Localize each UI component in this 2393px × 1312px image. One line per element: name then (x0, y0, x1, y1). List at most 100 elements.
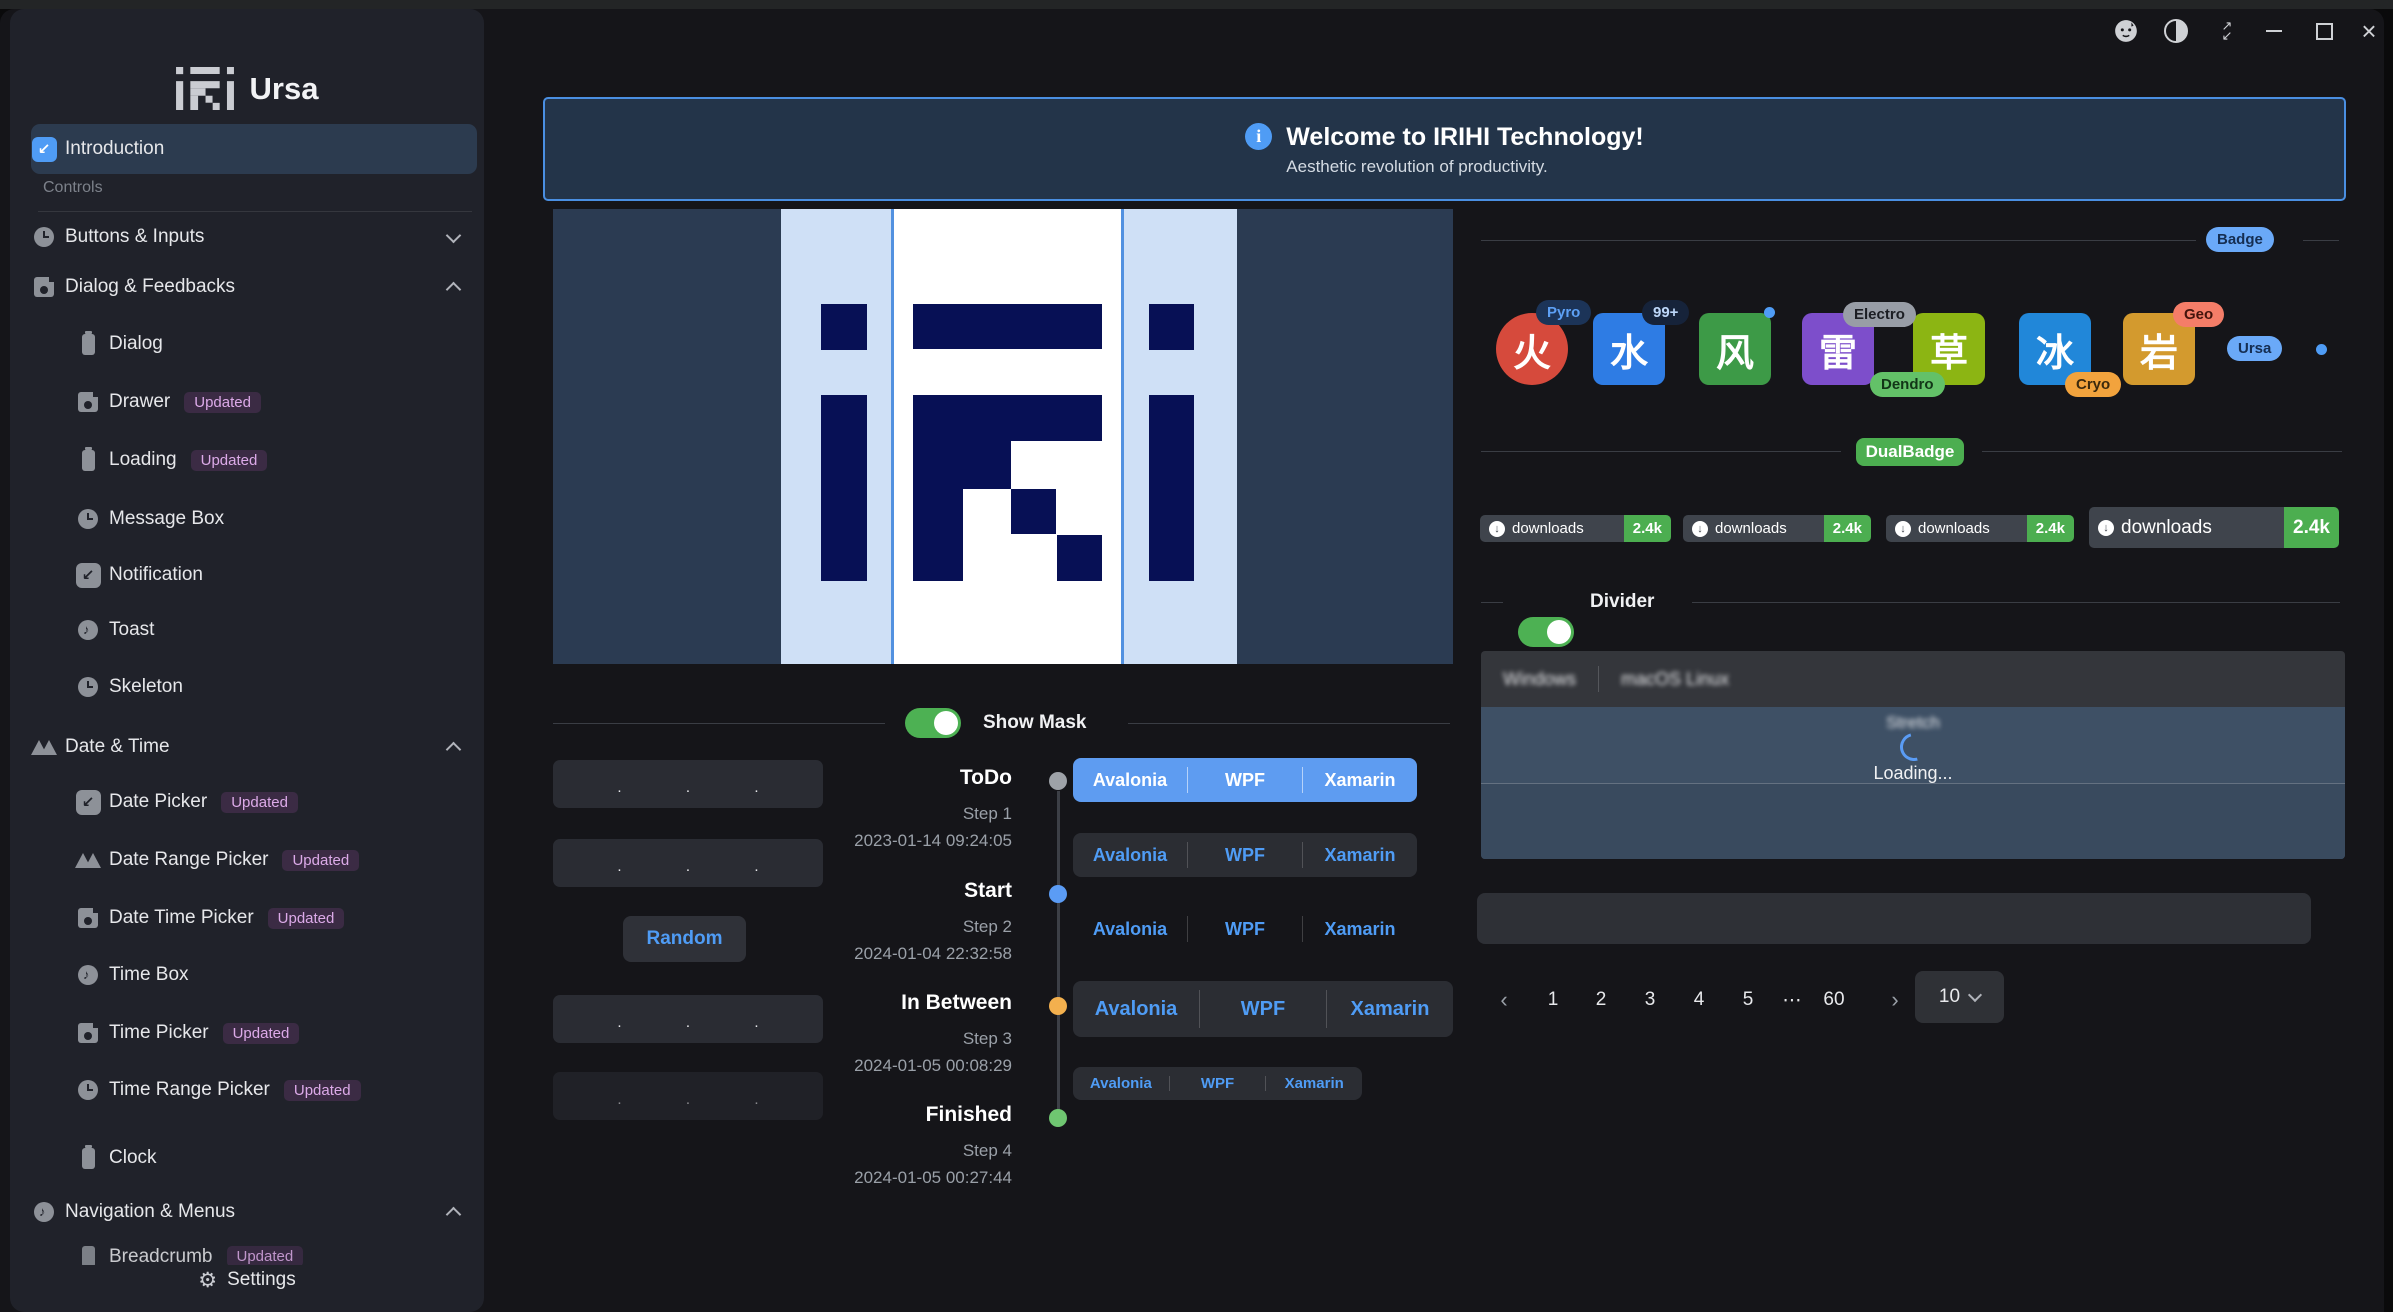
pagination-page-1[interactable]: 1 (1536, 984, 1570, 1016)
pagination-next[interactable]: › (1878, 984, 1912, 1016)
sidebar-item-dialog[interactable]: Dialog (31, 321, 477, 367)
wpf-button[interactable]: WPF (1200, 981, 1326, 1037)
tab-macos-linux[interactable]: macOS Linux (1599, 669, 1751, 690)
updated-badge: Updated (184, 392, 261, 413)
step-name: ToDo (642, 766, 1012, 790)
avalonia-button[interactable]: Avalonia (1073, 833, 1187, 877)
sidebar-item-buttons-inputs[interactable]: Buttons & Inputs (31, 214, 477, 260)
chevron-down-icon (446, 227, 462, 243)
step-time: 2023-01-14 09:24:05 (642, 831, 1012, 851)
minimize-button[interactable] (2260, 17, 2288, 45)
dual-badge-downloads: ↓downloads2.4k (1683, 515, 1871, 542)
divider-line (1128, 723, 1450, 724)
sidebar-item-label: Date & Time (65, 736, 170, 758)
sidebar-item-clock[interactable]: Clock (31, 1135, 477, 1181)
sidebar-item-time-range-picker[interactable]: Time Range PickerUpdated (31, 1067, 477, 1113)
loading-tab-strip: Windows macOS Linux (1481, 651, 2345, 707)
element-badge-3: 风 (1699, 313, 1771, 385)
sidebar-item-date-time-picker[interactable]: Date Time PickerUpdated (31, 895, 477, 941)
chevron-up-icon (446, 741, 462, 757)
sidebar-item-date-picker[interactable]: ↙Date PickerUpdated (31, 779, 477, 825)
pagination-ellipsis: ⋯ (1775, 984, 1809, 1016)
spinner-icon (1895, 728, 1933, 766)
settings-label: Settings (227, 1269, 296, 1291)
settings-button[interactable]: ⚙ Settings (10, 1260, 484, 1300)
sidebar-item-message-box[interactable]: Message Box (31, 496, 477, 542)
step-label: Step 4 (642, 1141, 1012, 1161)
step-time: 2024-01-05 00:27:44 (642, 1168, 1012, 1188)
pagination-page-3[interactable]: 3 (1633, 984, 1667, 1016)
arrow-gray-icon: ↙ (75, 790, 101, 815)
clock-icon (31, 227, 57, 247)
resize-button[interactable]: ↗↙ (2212, 17, 2240, 45)
avalonia-button[interactable]: Avalonia (1073, 758, 1187, 802)
updated-badge: Updated (282, 850, 359, 871)
sidebar-item-introduction[interactable]: ↙Introduction (31, 124, 477, 174)
sidebar-item-label: Time Range Picker (109, 1079, 270, 1101)
show-mask-toggle[interactable] (905, 708, 961, 738)
sidebar-item-skeleton[interactable]: Skeleton (31, 664, 477, 710)
sidebar-item-label: Skeleton (109, 676, 183, 698)
theme-toggle-button[interactable] (2162, 17, 2190, 45)
sidebar-item-date-range-picker[interactable]: Date Range PickerUpdated (31, 837, 477, 883)
button-group-dark-small: AvaloniaWPFXamarin (1073, 1067, 1362, 1100)
avalonia-button[interactable]: Avalonia (1073, 981, 1199, 1037)
sidebar-item-dialog-feedbacks[interactable]: Dialog & Feedbacks (31, 264, 477, 310)
xamarin-button[interactable]: Xamarin (1266, 1067, 1362, 1100)
dual-badge-downloads: ↓downloads2.4k (1886, 515, 2074, 542)
sidebar-item-notification[interactable]: ↙Notification (31, 552, 477, 598)
sidebar-item-label: Dialog (109, 333, 163, 355)
updated-badge: Updated (223, 1023, 300, 1044)
avalonia-button[interactable]: Avalonia (1073, 907, 1187, 951)
sidebar-item-label: Dialog & Feedbacks (65, 276, 235, 298)
background-window-strip (0, 0, 2393, 9)
page-size-dropdown[interactable]: 10 (1915, 971, 2004, 1023)
dual-badge-value: 2.4k (1824, 515, 1871, 542)
pagination-page-5[interactable]: 5 (1731, 984, 1765, 1016)
wpf-button[interactable]: WPF (1188, 907, 1302, 951)
dual-badge-value: 2.4k (1624, 515, 1671, 542)
sidebar-item-loading[interactable]: LoadingUpdated (31, 437, 477, 483)
divider-line (2303, 240, 2339, 241)
close-button[interactable]: × (2355, 17, 2383, 45)
xamarin-button[interactable]: Xamarin (1303, 907, 1417, 951)
welcome-banner: i Welcome to IRIHI Technology! Aesthetic… (543, 97, 2346, 201)
xamarin-button[interactable]: Xamarin (1327, 981, 1453, 1037)
pagination-prev[interactable]: ‹ (1487, 984, 1521, 1016)
divider-toggle[interactable] (1518, 617, 1574, 647)
battery-icon (75, 450, 101, 471)
xamarin-button[interactable]: Xamarin (1303, 833, 1417, 877)
wpf-button[interactable]: WPF (1170, 1067, 1266, 1100)
sidebar-item-time-picker[interactable]: Time Picker Updated (31, 1010, 477, 1056)
download-icon: ↓ (1489, 521, 1505, 537)
badge-pill-geo: Geo (2173, 302, 2224, 327)
wpf-button[interactable]: WPF (1188, 758, 1302, 802)
sidebar-item-label: Buttons & Inputs (65, 226, 204, 248)
pagination-page-60[interactable]: 60 (1817, 984, 1851, 1016)
github-button[interactable] (2112, 17, 2140, 45)
button-group-borderless: AvaloniaWPFXamarin (1073, 907, 1417, 951)
sidebar-section-label: Controls (43, 179, 103, 197)
download-icon: ↓ (1895, 521, 1911, 537)
badge-pill-99: 99+ (1642, 300, 1689, 325)
updated-badge: Updated (221, 792, 298, 813)
sidebar-item-navigation-menus[interactable]: Navigation & Menus (31, 1189, 477, 1235)
wpf-button[interactable]: WPF (1188, 833, 1302, 877)
sidebar-item-toast[interactable]: Toast (31, 607, 477, 653)
sidebar-item-date-time[interactable]: Date & Time (31, 724, 477, 770)
empty-input[interactable] (1477, 893, 2311, 944)
button-group-dark: AvaloniaWPFXamarin (1073, 833, 1417, 877)
resize-icon: ↗↙ (2222, 21, 2231, 41)
sidebar-item-time-box[interactable]: Time Box (31, 952, 477, 998)
pagination-page-2[interactable]: 2 (1584, 984, 1618, 1016)
maximize-button[interactable] (2310, 17, 2338, 45)
trees-icon (31, 737, 57, 757)
xamarin-button[interactable]: Xamarin (1303, 758, 1417, 802)
step-name: Start (642, 879, 1012, 903)
tab-windows[interactable]: Windows (1481, 669, 1598, 690)
divider-line (553, 723, 885, 724)
avalonia-button[interactable]: Avalonia (1073, 1067, 1169, 1100)
sidebar-item-label: Time Picker (109, 1022, 209, 1044)
sidebar-item-drawer[interactable]: DrawerUpdated (31, 379, 477, 425)
pagination-page-4[interactable]: 4 (1682, 984, 1716, 1016)
